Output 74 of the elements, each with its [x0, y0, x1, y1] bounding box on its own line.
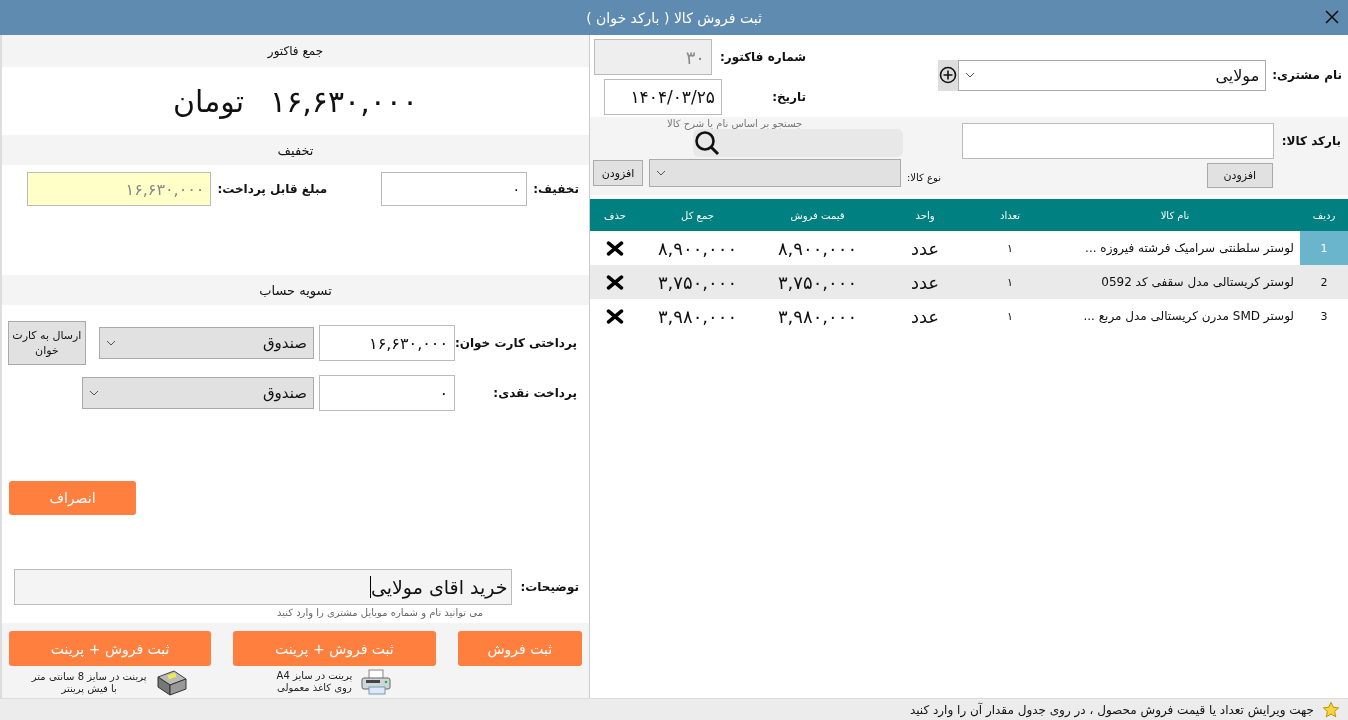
barcode-field[interactable]: [961, 123, 1274, 159]
table-cell[interactable]: ۸,۹۰۰,۰۰۰: [755, 231, 880, 265]
window-title: ثبت فروش کالا ( بارکد خوان ): [586, 9, 762, 26]
table-cell-text: لوستر SMD مدرن کریستالی مدل مربع ...: [1082, 308, 1295, 326]
customer-dropdown[interactable]: مولایی: [958, 59, 1267, 91]
field-label: نوع کالا:: [907, 171, 941, 183]
table-cell-text: عدد: [909, 236, 941, 261]
table-cell-text: ۳,۷۵۰,۰۰۰: [656, 270, 739, 295]
row-number-cell[interactable]: 3: [1300, 299, 1348, 333]
column-header: واحد: [914, 208, 936, 224]
account-dropdown[interactable]: صندوق: [98, 327, 314, 359]
column-header: جمع کل: [680, 208, 715, 224]
field-label: بارکد کالا:: [1281, 134, 1341, 148]
status-text: جهت ویرایش تعداد یا قیمت فروش محصول ، در روی جدول مقدار آن را وارد کنید: [909, 702, 1314, 717]
payable-field[interactable]: ۱۶,۶۳۰,۰۰۰: [27, 172, 212, 206]
field-label: مبلغ قابل پرداخت:: [217, 182, 328, 196]
column-header: حذف: [603, 208, 627, 223]
table-cell-text: لوستر کریستالی مدل سقفی کد 0592: [1100, 274, 1295, 291]
close-icon[interactable]: [1324, 9, 1340, 25]
section-header: تسویه حساب: [2, 275, 589, 305]
field-label: شماره فاکتور:: [720, 50, 806, 64]
printer-icon: [154, 669, 189, 697]
invoice-total: ۱۶,۶۳۰,۰۰۰: [270, 83, 419, 119]
field-label: تاریخ:: [771, 90, 806, 104]
table-cell-text: ۳,۹۸۰,۰۰۰: [656, 304, 739, 329]
hint-text: می توانید نام و شماره موبایل مشتری را وارد کنید: [275, 607, 483, 618]
field-label: نام مشتری:: [1272, 68, 1342, 82]
notes-field[interactable]: خرید اقای مولایی: [14, 569, 513, 605]
chevron-icon: [89, 390, 99, 396]
delete-icon[interactable]: [606, 274, 624, 290]
caption-text: پرینت در سایز 8 سانتی متر: [31, 670, 147, 683]
add-button[interactable]: افزودن: [593, 160, 643, 186]
row-number-cell[interactable]: 2: [1300, 265, 1348, 299]
section-header: جمع فاکتور: [2, 35, 589, 67]
chevron-icon: [656, 170, 666, 176]
field-label: توضیحات:: [520, 580, 579, 594]
caption-text: پرینت در سایز A4: [276, 669, 353, 682]
delete-icon[interactable]: [606, 240, 624, 256]
chevron-icon: [965, 72, 976, 78]
amount-field[interactable]: ۱۶,۶۳۰,۰۰۰: [319, 325, 455, 361]
send-to-card-reader-button[interactable]: ارسال به کارت خوان: [8, 321, 86, 365]
account-dropdown[interactable]: صندوق: [82, 377, 314, 409]
section-header: تخفیف: [2, 135, 589, 165]
search-icon: [693, 129, 721, 157]
table-cell[interactable]: ۳,۷۵۰,۰۰۰: [755, 265, 880, 299]
table-cell-text: ۸,۹۰۰,۰۰۰: [656, 236, 739, 261]
table-cell-text: عدد: [909, 270, 941, 295]
column-header: قیمت فروش: [789, 208, 846, 224]
field-label: تخفیف:: [533, 182, 579, 196]
column-header: ردیف: [1311, 208, 1337, 223]
field-label: پرداخت نقدی:: [492, 386, 577, 400]
caption-text: روی کاغذ معمولی: [277, 682, 352, 695]
star-icon: [1322, 700, 1340, 719]
amount-field[interactable]: ۰: [319, 375, 455, 411]
search-field[interactable]: [693, 129, 903, 157]
table-cell[interactable]: ۱: [970, 265, 1050, 299]
table-cell-text: عدد: [909, 304, 941, 329]
column-header: تعداد: [998, 208, 1022, 223]
plus-circle-icon: [939, 66, 958, 84]
search-hint: جستجو بر اساس نام یا شرح کالا: [667, 118, 803, 129]
table-cell-text: لوستر سلطنتی سرامیک فرشته فیروزه ...: [1084, 240, 1295, 258]
column-header: نام کالا: [1159, 208, 1191, 223]
chevron-icon: [105, 340, 116, 346]
date-field[interactable]: ۱۴۰۴/۰۳/۲۵: [604, 79, 722, 115]
table-cell[interactable]: ۱: [970, 231, 1050, 265]
discount-field[interactable]: ۰: [381, 172, 528, 206]
caption-text: با فیش پرینتر: [61, 683, 117, 696]
add-button[interactable]: افزودن: [1206, 163, 1273, 188]
delete-icon[interactable]: [606, 308, 624, 324]
printer-icon: [360, 669, 393, 695]
table-cell[interactable]: ۳,۹۸۰,۰۰۰: [755, 299, 880, 333]
currency-label: تومان: [172, 83, 245, 119]
table-cell[interactable]: ۱: [970, 299, 1050, 333]
add-customer-button[interactable]: [938, 59, 959, 91]
